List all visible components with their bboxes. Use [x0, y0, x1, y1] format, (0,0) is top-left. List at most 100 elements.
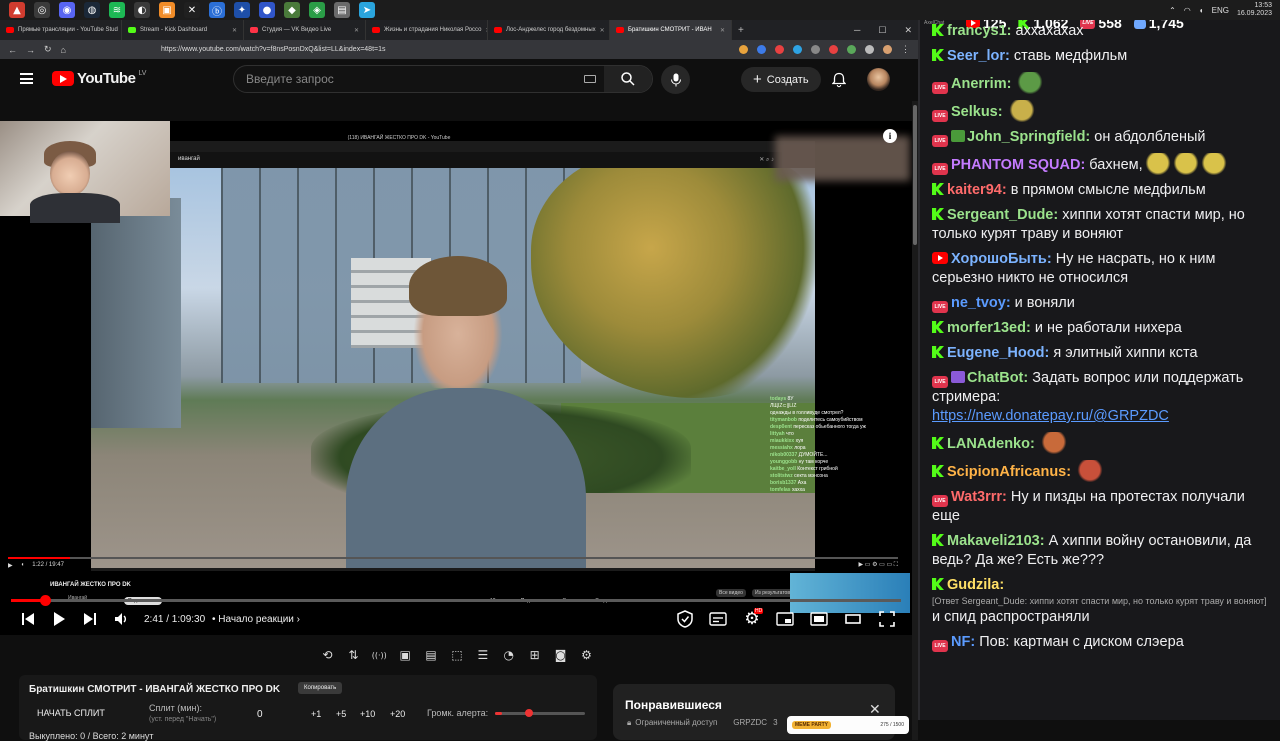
language-indicator[interactable]: ENG [1212, 6, 1229, 15]
home-icon[interactable]: ⌂ [61, 45, 66, 55]
reload-icon[interactable]: ↻ [44, 44, 52, 55]
close-tab-icon[interactable]: ✕ [720, 27, 725, 34]
discord-icon[interactable]: ◉ [59, 2, 75, 18]
progress-scrubber[interactable] [40, 595, 51, 606]
video-player[interactable]: (118) ИВАНГАЙ ЖЕСТКО ПРО DK - YouTube ив… [0, 121, 912, 635]
chat-username[interactable]: Seer_lor [947, 48, 1005, 64]
chat-username[interactable]: ScipionAfricanus [947, 464, 1066, 480]
volume-icon[interactable]: ◖ [1199, 6, 1204, 15]
app-icon-12[interactable]: ◆ [284, 2, 300, 18]
theater-mode-button[interactable] [810, 610, 828, 628]
screenshot-icon[interactable]: ⬚ [447, 646, 468, 664]
back-icon[interactable]: ← [8, 45, 17, 55]
extension-icon[interactable] [739, 45, 748, 54]
extension-icon[interactable] [847, 45, 856, 54]
extension-icon[interactable] [775, 45, 784, 54]
chevron-up-icon[interactable]: ⌃ [1169, 6, 1176, 15]
chrome-icon[interactable]: ◐ [134, 2, 150, 18]
chat-username[interactable]: Anerrim [951, 76, 1007, 92]
camera-icon[interactable]: ▣ [395, 646, 416, 664]
voice-search-button[interactable] [661, 65, 690, 94]
chat-username[interactable]: PHANTOM SQUAD [951, 157, 1080, 173]
previous-button[interactable] [20, 610, 36, 628]
chat-username[interactable]: ne_tvoy [951, 295, 1006, 311]
subtitles-button[interactable] [709, 610, 727, 628]
forward-icon[interactable]: → [26, 45, 35, 55]
miniplayer-button[interactable] [776, 610, 794, 628]
wide-mode-button[interactable] [844, 610, 862, 628]
app-icon-11[interactable]: ● [259, 2, 275, 18]
youtube-logo[interactable]: YouTube LV [52, 70, 146, 87]
snapshot-icon[interactable]: ◙ [550, 646, 571, 664]
chat-username[interactable]: Sergeant_Dude [947, 207, 1053, 223]
increment-button[interactable]: +10 [360, 709, 375, 719]
app-icon-10[interactable]: ✦ [234, 2, 250, 18]
settings-button[interactable]: ⚙ HD [743, 610, 761, 628]
chapter-button[interactable]: • Начало реакции › [212, 614, 300, 625]
playlist-title[interactable]: Понравившиеся [625, 698, 722, 712]
speed-icon[interactable]: ◔ [498, 646, 519, 664]
app-icon-2[interactable]: ◎ [34, 2, 50, 18]
wifi-icon[interactable]: ◠ [1184, 6, 1191, 15]
app-icon-14[interactable]: ▤ [334, 2, 350, 18]
chat-username[interactable]: morfer13ed [947, 320, 1026, 336]
browser-tab[interactable]: Stream - Kick Dashboard✕ [122, 20, 244, 40]
chat-username[interactable]: Wat3rrr [951, 489, 1002, 505]
settings-icon[interactable]: ⚙ [576, 646, 597, 664]
clock[interactable]: 13:53 16.09.2023 [1237, 2, 1272, 18]
browser-tab[interactable]: Студия — VK Видео Live✕ [244, 20, 366, 40]
chat-username[interactable]: ChatBot [967, 370, 1023, 386]
search-button[interactable] [604, 66, 652, 92]
spotify-icon[interactable]: ≋ [109, 2, 125, 18]
increment-button[interactable]: +1 [311, 709, 321, 719]
chat-username[interactable]: Eugene_Hood [947, 345, 1044, 361]
chat-username[interactable]: Makaveli2103 [947, 533, 1040, 549]
chat-username[interactable]: Gudzila [947, 577, 999, 593]
chat-username[interactable]: kaiter94 [947, 182, 1002, 198]
sponsor-button[interactable] [675, 610, 695, 628]
start-split-button[interactable]: НАЧАТЬ СПЛИТ [37, 708, 105, 718]
repeat-icon[interactable]: ⟲ [317, 646, 338, 664]
new-tab-button[interactable]: + [738, 25, 744, 36]
app-icon-1[interactable]: ▲ [9, 2, 25, 18]
close-tab-icon[interactable]: ✕ [232, 27, 237, 34]
film-icon[interactable]: ▤ [421, 646, 442, 664]
close-tab-icon[interactable]: ✕ [354, 27, 359, 34]
split-value[interactable]: 0 [257, 709, 263, 720]
browser-tab[interactable]: Прямые трансляции - YouTube Stud✕ [0, 20, 122, 40]
create-button[interactable]: + Создать [741, 67, 821, 92]
notifications-bell-icon[interactable] [832, 72, 846, 88]
browser-tab[interactable]: Лос-Анджелес город бездомных✕ [488, 20, 610, 40]
broadcast-icon[interactable]: ((·)) [369, 646, 390, 664]
frames-icon[interactable]: ☰ [472, 646, 493, 664]
chat-username[interactable]: NF [951, 634, 970, 650]
browser-menu-icon[interactable]: ⋮ [901, 44, 910, 55]
extension-icon[interactable] [829, 45, 838, 54]
account-avatar[interactable] [867, 68, 890, 91]
browser-tab[interactable]: Братишкин СМОТРИТ - ИВАН✕ [610, 20, 732, 40]
increment-button[interactable]: +5 [336, 709, 346, 719]
browser-tab[interactable]: Жизнь и страдания Николая Россо✕ [366, 20, 488, 40]
progress-bar[interactable] [11, 599, 901, 602]
close-window-button[interactable]: ✕ [904, 25, 912, 36]
keyboard-icon[interactable] [584, 75, 596, 83]
chat-username[interactable]: francys1 [947, 23, 1007, 39]
alert-volume-slider[interactable] [495, 712, 585, 715]
app-icon-8[interactable]: ✕ [184, 2, 200, 18]
app-icon-13[interactable]: ◈ [309, 2, 325, 18]
donate-link[interactable]: https://new.donatepay.ru/@GRPZDC [932, 408, 1169, 424]
chat-username[interactable]: LANAdenko [947, 436, 1030, 452]
search-input[interactable] [246, 72, 576, 86]
telegram-icon[interactable]: ➤ [359, 2, 375, 18]
extension-icon[interactable] [793, 45, 802, 54]
chat-username[interactable]: John_Springfield [967, 129, 1085, 145]
volume-button[interactable] [114, 610, 130, 628]
chat-username[interactable]: ХорошоБыть [951, 251, 1047, 267]
fullscreen-button[interactable] [878, 610, 896, 628]
alert-volume-knob[interactable] [525, 709, 533, 717]
extension-icon[interactable] [811, 45, 820, 54]
app-icon-9[interactable]: ⓑ [209, 2, 225, 18]
close-tab-icon[interactable]: ✕ [600, 27, 605, 34]
next-button[interactable] [82, 610, 98, 628]
steam-icon[interactable]: ◍ [84, 2, 100, 18]
